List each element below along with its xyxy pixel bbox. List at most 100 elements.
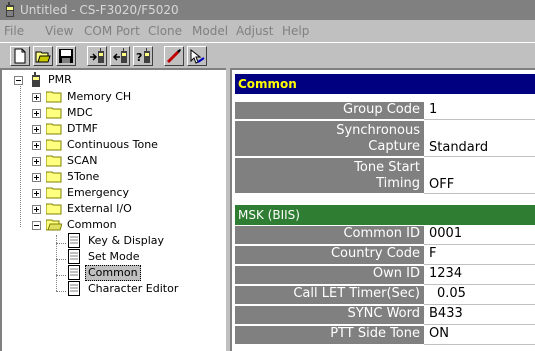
tree-item-label: Common <box>67 218 117 231</box>
write-to-radio-button[interactable] <box>110 46 130 66</box>
toolbar: ? <box>0 42 535 70</box>
tree-item-label: Memory CH <box>67 90 132 103</box>
radio-info-icon: ? <box>136 48 150 64</box>
help-pointer-icon <box>190 48 205 64</box>
save-button[interactable] <box>56 46 76 66</box>
expand-toggle[interactable] <box>32 205 41 214</box>
tree-item-label: Set Mode <box>88 250 140 263</box>
call-let-timer-label: Call LET Timer(Sec) <box>235 286 424 305</box>
menu-clone[interactable]: Clone <box>148 24 182 38</box>
tree-item-5tone[interactable]: 5Tone <box>2 169 226 185</box>
app-radio-icon <box>6 2 14 17</box>
tree-item-dtmf[interactable]: DTMF <box>2 121 226 137</box>
menu-file[interactable]: File <box>4 24 24 38</box>
tree-item-label: Common <box>85 265 141 281</box>
tree-view[interactable]: PMR Memory CH MDC DTMF Continuous Tone S… <box>0 68 226 351</box>
expand-toggle[interactable] <box>32 141 41 150</box>
radio-info-button[interactable]: ? <box>133 46 153 66</box>
call-let-timer-row: Call LET Timer(Sec) 0.05 <box>235 286 535 305</box>
folder-icon <box>46 139 62 151</box>
title-bar: Untitled - CS-F3020/F5020 <box>0 0 535 20</box>
country-code-field[interactable]: F <box>424 246 535 265</box>
root-collapse-toggle[interactable] <box>14 76 23 85</box>
menu-adjust[interactable]: Adjust <box>236 24 274 38</box>
expand-toggle[interactable] <box>32 157 41 166</box>
tree-item-external-io[interactable]: External I/O <box>2 201 226 217</box>
tree-item-common-selected[interactable]: Common <box>2 265 226 281</box>
tone-start-row: Tone Start Timing OFF <box>235 158 535 194</box>
tree-item-label: Emergency <box>67 186 130 199</box>
group-code-row: Group Code 1 <box>235 102 535 120</box>
expand-toggle[interactable] <box>32 189 41 198</box>
expand-toggle[interactable] <box>32 125 41 134</box>
tree-item-key-display[interactable]: Key & Display <box>2 233 226 249</box>
tree-item-label: Continuous Tone <box>67 138 158 151</box>
folder-icon <box>46 123 62 135</box>
sync-capture-row: Synchronous Capture Standard <box>235 121 535 157</box>
country-code-row: Country Code F <box>235 246 535 265</box>
call-let-timer-field[interactable]: 0.05 <box>424 286 535 305</box>
folder-icon <box>46 203 62 215</box>
document-icon <box>68 265 80 280</box>
msk-section-header: MSK (BIIS) <box>235 205 535 225</box>
ptt-side-tone-field[interactable]: ON <box>424 326 535 345</box>
save-icon <box>59 49 73 63</box>
new-icon <box>14 48 26 64</box>
collapse-toggle[interactable] <box>32 221 41 230</box>
expand-toggle[interactable] <box>32 93 41 102</box>
tree-item-label: DTMF <box>67 122 99 135</box>
new-button[interactable] <box>10 46 30 66</box>
folder-icon <box>46 171 62 183</box>
common-section-header: Common <box>235 74 535 94</box>
common-id-row: Common ID 0001 <box>235 226 535 245</box>
document-icon <box>68 249 80 264</box>
folder-icon <box>46 91 62 103</box>
menu-model[interactable]: Model <box>192 24 228 38</box>
open-folder-icon <box>46 219 62 231</box>
menu-help[interactable]: Help <box>282 24 309 38</box>
tree-item-label: Key & Display <box>88 234 165 247</box>
sync-capture-field[interactable]: Standard <box>424 121 535 157</box>
common-id-label: Common ID <box>235 226 424 245</box>
group-code-label: Group Code <box>235 102 424 120</box>
tree-item-emergency[interactable]: Emergency <box>2 185 226 201</box>
tree-item-label: SCAN <box>67 154 98 167</box>
document-icon <box>68 233 80 248</box>
tree-item-memory-ch[interactable]: Memory CH <box>2 89 226 105</box>
tree-item-label: External I/O <box>67 202 132 215</box>
tree-root-pmr[interactable]: PMR <box>46 73 74 87</box>
menu-com-port[interactable]: COM Port <box>84 24 140 38</box>
window-title: Untitled - CS-F3020/F5020 <box>20 3 179 17</box>
read-from-radio-icon <box>90 48 104 63</box>
own-id-field[interactable]: 1234 <box>424 266 535 285</box>
common-id-field[interactable]: 0001 <box>424 226 535 245</box>
tree-item-label: MDC <box>67 106 93 119</box>
read-from-radio-button[interactable] <box>87 46 107 66</box>
own-id-row: Own ID 1234 <box>235 266 535 285</box>
tree-item-scan[interactable]: SCAN <box>2 153 226 169</box>
help-pointer-button[interactable] <box>187 46 207 66</box>
tree-item-mdc[interactable]: MDC <box>2 105 226 121</box>
tree-item-label: 5Tone <box>67 170 100 183</box>
document-icon <box>68 281 80 296</box>
tone-start-label: Tone Start Timing <box>235 158 424 194</box>
ptt-side-tone-row: PTT Side Tone ON <box>235 326 535 345</box>
country-code-label: Country Code <box>235 246 424 265</box>
sync-word-label: SYNC Word <box>235 306 424 325</box>
group-code-field[interactable]: 1 <box>424 102 535 120</box>
expand-toggle[interactable] <box>32 109 41 118</box>
edit-button[interactable] <box>164 46 184 66</box>
sync-word-field[interactable]: B433 <box>424 306 535 325</box>
radio-icon <box>32 72 40 87</box>
open-button[interactable] <box>33 46 53 66</box>
tree-item-character-editor[interactable]: Character Editor <box>2 281 226 297</box>
tree-item-continuous-tone[interactable]: Continuous Tone <box>2 137 226 153</box>
own-id-label: Own ID <box>235 266 424 285</box>
tone-start-field[interactable]: OFF <box>424 158 535 194</box>
expand-toggle[interactable] <box>32 173 41 182</box>
folder-icon <box>46 187 62 199</box>
tree-item-common-folder[interactable]: Common <box>2 217 226 233</box>
tree-item-set-mode[interactable]: Set Mode <box>2 249 226 265</box>
ptt-side-tone-label: PTT Side Tone <box>235 326 424 345</box>
menu-view[interactable]: View <box>45 24 73 38</box>
